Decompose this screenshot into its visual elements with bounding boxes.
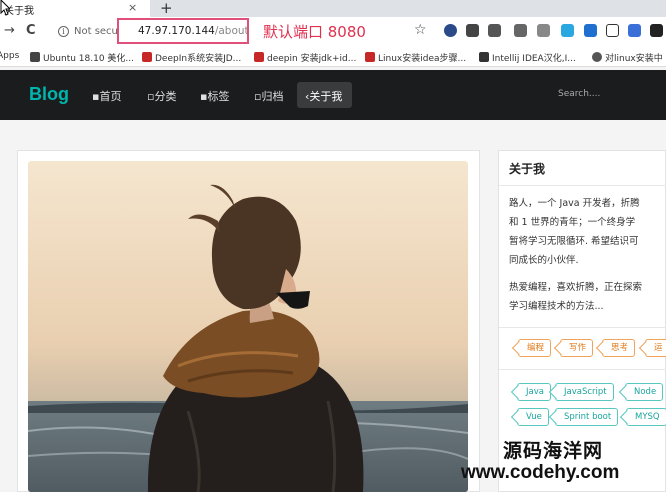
site-navbar: Blog ▪首页 ▫分类 ▪标签 ▫归档 ‹关于我 Search.... [0, 70, 666, 120]
bookmark-item[interactable]: deepin 安装jdk+id... [254, 51, 356, 64]
hobby-tag[interactable]: 写作 [560, 339, 594, 357]
browser-tab[interactable]: 关于我 × [0, 0, 150, 17]
bookmark-label: Linux安装idea步骤... [378, 54, 467, 64]
bookmark-item[interactable]: Intellij IDEA汉化,I... [479, 51, 576, 64]
tech-tag[interactable]: JavaScript [555, 383, 614, 401]
about-text-line: 暂将学习无限循环. 希望结识可 [509, 236, 639, 247]
nav-label: 标签 [207, 90, 230, 103]
tech-tag[interactable]: Node [625, 383, 664, 401]
about-text-line: 热爱编程，喜欢折腾，正在探索 [509, 282, 643, 293]
bookmark-item[interactable]: DeepIn系统安装JD... [142, 51, 241, 64]
about-text-line: 和 1 世界的青年；一个终身学 [509, 217, 636, 228]
bookmark-label: 对linux安装中 [605, 54, 663, 64]
nav-label: 分类 [154, 90, 177, 103]
about-text-line: 路人，一个 Java 开发者，折腾 [509, 198, 640, 209]
watermark-title: 源码海洋网 [503, 440, 604, 462]
port-annotation: 默认端口 8080 [263, 23, 366, 41]
bookmark-favicon-icon [479, 52, 489, 62]
info-icon[interactable]: i [58, 26, 69, 37]
nav-label: 首页 [99, 90, 122, 103]
extension-icon-3[interactable] [514, 24, 527, 37]
bookmark-label: Ubuntu 18.10 美化... [43, 54, 135, 64]
reload-icon[interactable]: C [26, 23, 36, 38]
bookmark-favicon-icon [30, 52, 40, 62]
mouse-cursor-icon [0, 0, 10, 16]
tech-tag[interactable]: MYSQ [626, 408, 666, 426]
site-logo[interactable]: Blog [29, 84, 69, 105]
hobby-tag[interactable]: 编程 [518, 339, 552, 357]
bookmark-item[interactable]: Ubuntu 18.10 美化... [30, 51, 134, 64]
new-tab-button[interactable]: + [160, 0, 173, 17]
tech-tag[interactable]: Java [517, 383, 551, 401]
bookmark-apps[interactable]: Apps [0, 51, 19, 61]
extension-icon-7[interactable] [628, 24, 641, 37]
bookmark-item[interactable]: Linux安装idea步骤... [365, 51, 466, 64]
about-title: 关于我 [509, 162, 546, 176]
url-path: /about [214, 25, 249, 37]
bookmark-favicon-icon [254, 52, 264, 62]
nav-about[interactable]: ‹关于我 [305, 88, 342, 104]
tab-strip: 关于我 × + [0, 0, 666, 17]
about-text-line: 学习编程技术的方法... [509, 301, 604, 312]
watermark-url: www.codehy.com [461, 462, 620, 483]
extension-icon-6[interactable] [584, 24, 597, 37]
bookmark-favicon-icon [592, 52, 602, 62]
extension-icon-5[interactable] [561, 24, 574, 37]
printer-icon[interactable] [488, 24, 501, 37]
bookmark-star-icon[interactable]: ☆ [414, 22, 427, 38]
translate-icon[interactable] [606, 24, 619, 37]
search-input[interactable]: Search.... [558, 89, 600, 99]
nav-categories[interactable]: ▫分类 [147, 88, 176, 104]
forward-icon[interactable]: → [4, 23, 15, 38]
extension-icon-4[interactable] [537, 24, 550, 37]
address-bar-url[interactable]: 47.97.170.144/about [138, 25, 249, 37]
tab-close-icon[interactable]: × [128, 1, 137, 14]
hobby-tag[interactable]: 思考 [602, 339, 636, 357]
bookmark-favicon-icon [142, 52, 152, 62]
bookmark-label: Apps [0, 51, 20, 61]
divider [499, 327, 666, 328]
bookmark-label: DeepIn系统安装JD... [155, 54, 242, 64]
about-text-line: 同成长的小伙伴. [509, 255, 579, 266]
nav-archive[interactable]: ▫归档 [254, 88, 283, 104]
divider [499, 369, 666, 370]
extension-icon-1[interactable] [444, 24, 457, 37]
about-photo [28, 161, 468, 492]
tech-tag[interactable]: Vue [517, 408, 549, 426]
nav-home[interactable]: ▪首页 [92, 88, 121, 104]
nav-tags[interactable]: ▪标签 [200, 88, 229, 104]
nav-label: 关于我 [309, 90, 343, 103]
bookmark-label: Intellij IDEA汉化,I... [492, 54, 576, 64]
nav-label: 归档 [261, 90, 284, 103]
tech-tag[interactable]: Sprint boot [555, 408, 619, 426]
bookmark-item[interactable]: 对linux安装中 [592, 51, 663, 64]
hobby-tag[interactable]: 运 [645, 339, 666, 357]
extension-icon-2[interactable] [466, 24, 479, 37]
url-host: 47.97.170.144 [138, 25, 215, 37]
extension-icon-8[interactable] [650, 24, 663, 37]
divider [499, 185, 666, 186]
bookmark-favicon-icon [365, 52, 375, 62]
bookmark-label: deepin 安装jdk+id... [267, 54, 357, 64]
